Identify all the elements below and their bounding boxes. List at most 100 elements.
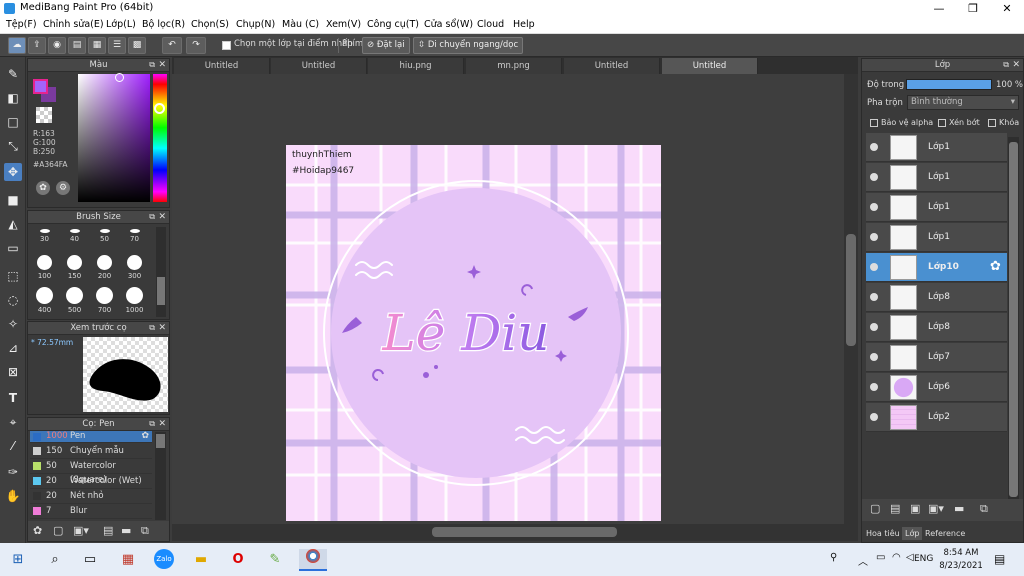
- brush-size-cell[interactable]: 100: [30, 251, 59, 284]
- opera-icon[interactable]: O: [227, 549, 249, 571]
- horizontal-scrollbar[interactable]: [172, 524, 858, 541]
- undock-icon[interactable]: ⧉: [1003, 59, 1009, 71]
- eye-icon[interactable]: [870, 383, 878, 391]
- move-tool-icon[interactable]: ✥: [4, 163, 22, 181]
- eye-icon[interactable]: [870, 233, 878, 241]
- brush-item-pen[interactable]: 1000 Pen ✿: [30, 431, 152, 443]
- brush-item[interactable]: 20 Nét nhỏ: [30, 489, 152, 504]
- medibang-taskbar-icon[interactable]: [299, 549, 327, 571]
- language-indicator[interactable]: ENG: [914, 554, 933, 564]
- search-icon[interactable]: ⌕: [44, 549, 66, 571]
- brush-item[interactable]: 7 Blur: [30, 504, 152, 519]
- brush-size-cell[interactable]: 700: [90, 283, 119, 316]
- eye-icon[interactable]: [870, 263, 878, 271]
- panel-close-icon[interactable]: ✕: [158, 418, 166, 430]
- hand-tool-icon[interactable]: ✋: [4, 487, 22, 505]
- color-settings-icon[interactable]: ⚙: [56, 181, 70, 195]
- layer-item[interactable]: Lớp1: [866, 193, 1007, 222]
- vertical-scrollbar[interactable]: [844, 74, 858, 524]
- brush-size-cell[interactable]: 300: [120, 251, 149, 284]
- undock-icon[interactable]: ⧉: [149, 322, 155, 334]
- select-layer-checkbox[interactable]: [222, 41, 231, 50]
- brush-size-cell[interactable]: 150: [60, 251, 89, 284]
- operation-tool-icon[interactable]: ⌖: [4, 413, 22, 431]
- chevron-up-icon[interactable]: ︿: [858, 553, 868, 568]
- menu-help[interactable]: Help: [513, 19, 535, 30]
- layer-item[interactable]: Lớp1: [866, 163, 1007, 192]
- hue-slider[interactable]: [153, 74, 167, 202]
- tab-mn[interactable]: mn.png: [466, 58, 562, 74]
- add-layer-menu-icon[interactable]: ▣▾: [928, 502, 944, 515]
- new-layer-icon[interactable]: ▢: [870, 502, 880, 515]
- brush-item[interactable]: 20 Watercolor (Wet): [30, 474, 152, 489]
- brush-list-scrollbar[interactable]: [155, 432, 166, 520]
- people-icon[interactable]: ⚲: [830, 552, 837, 563]
- eye-icon[interactable]: [870, 173, 878, 181]
- undock-icon[interactable]: ⧉: [149, 418, 155, 430]
- gradient-tool-icon[interactable]: ▭: [4, 239, 22, 257]
- tab-untitled[interactable]: Untitled: [271, 58, 367, 74]
- tab-reference[interactable]: Reference: [925, 529, 965, 538]
- volume-icon[interactable]: ◁: [906, 552, 914, 563]
- brush-menu-icon[interactable]: ▣▾: [73, 524, 89, 537]
- brush-size-cell[interactable]: 200: [90, 251, 119, 284]
- gear-icon[interactable]: ✿: [990, 259, 1001, 274]
- windows-start-icon[interactable]: ⊞: [7, 549, 29, 571]
- message-icon[interactable]: ▤: [68, 37, 86, 54]
- move-direction-button[interactable]: ⇳ Di chuyển ngang/dọc: [413, 37, 524, 54]
- eye-icon[interactable]: [870, 143, 878, 151]
- menu-view[interactable]: Xem(V): [326, 19, 361, 30]
- menu-select[interactable]: Chọn(S): [191, 19, 229, 30]
- panel-close-icon[interactable]: ✕: [158, 322, 166, 334]
- layer-item[interactable]: Lớp8: [866, 313, 1007, 342]
- rectangle-tool-icon[interactable]: □: [4, 113, 22, 131]
- brush-item[interactable]: 150 Chuyển mẫu: [30, 444, 152, 459]
- dot-tool-icon[interactable]: ⤡: [4, 137, 22, 155]
- eye-icon[interactable]: [870, 323, 878, 331]
- transparent-color-swatch[interactable]: [36, 107, 52, 123]
- bucket-tool-icon[interactable]: ◭: [4, 215, 22, 233]
- layer-list-scrollbar[interactable]: [1008, 137, 1019, 517]
- undock-icon[interactable]: ⧉: [149, 211, 155, 223]
- minimize-button[interactable]: —: [922, 0, 956, 17]
- protect-alpha-checkbox[interactable]: [870, 119, 878, 127]
- menu-file[interactable]: Tệp(F): [6, 19, 37, 30]
- comment-icon[interactable]: ◉: [48, 37, 66, 54]
- copy-icon[interactable]: ⧉: [141, 524, 149, 538]
- lock-checkbox[interactable]: [988, 119, 996, 127]
- layer-item[interactable]: Lớp7: [866, 343, 1007, 372]
- folder-icon[interactable]: ▬: [954, 502, 964, 515]
- tab-hiu[interactable]: hiu.png: [368, 58, 464, 74]
- picker-cursor[interactable]: [115, 73, 124, 82]
- layer-item-selected[interactable]: Lớp10 ✿: [866, 253, 1007, 282]
- paint-app-icon[interactable]: ✎: [264, 549, 286, 571]
- hue-slider-handle[interactable]: [154, 103, 165, 114]
- eye-icon[interactable]: [870, 353, 878, 361]
- duplicate-layer-icon[interactable]: ▣: [910, 502, 920, 515]
- undo-icon[interactable]: ↶: [162, 37, 182, 54]
- undock-icon[interactable]: ⧉: [149, 59, 155, 71]
- menu-filter[interactable]: Bộ lọc(R): [142, 19, 185, 30]
- divide-tool-icon[interactable]: ⁄: [4, 437, 22, 455]
- layer-item[interactable]: Lớp1: [866, 223, 1007, 252]
- menu-capture[interactable]: Chụp(N): [236, 19, 275, 30]
- opacity-slider[interactable]: [906, 79, 992, 90]
- fill-shape-tool-icon[interactable]: ■: [4, 191, 22, 209]
- layer-item[interactable]: Lớp8: [866, 283, 1007, 312]
- file-explorer-icon[interactable]: ▬: [190, 549, 212, 571]
- clock-time[interactable]: 8:54 AM: [940, 548, 982, 558]
- menu-layer[interactable]: Lớp(L): [106, 19, 136, 30]
- brush-size-cell[interactable]: 1000: [120, 283, 149, 316]
- tab-untitled[interactable]: Untitled: [174, 58, 270, 74]
- save-icon[interactable]: ⇪: [28, 37, 46, 54]
- eye-icon[interactable]: [870, 203, 878, 211]
- wifi-icon[interactable]: ◠: [892, 552, 901, 563]
- brush-size-scrollbar[interactable]: [156, 227, 166, 317]
- store-icon[interactable]: ▦: [117, 549, 139, 571]
- clip-checkbox[interactable]: [938, 119, 946, 127]
- menu-window[interactable]: Cửa sổ(W): [424, 19, 473, 30]
- saturation-value-picker[interactable]: [78, 74, 150, 202]
- maximize-button[interactable]: ❐: [956, 0, 990, 17]
- battery-icon[interactable]: ▭: [876, 552, 885, 563]
- text-tool-icon[interactable]: T: [4, 389, 22, 407]
